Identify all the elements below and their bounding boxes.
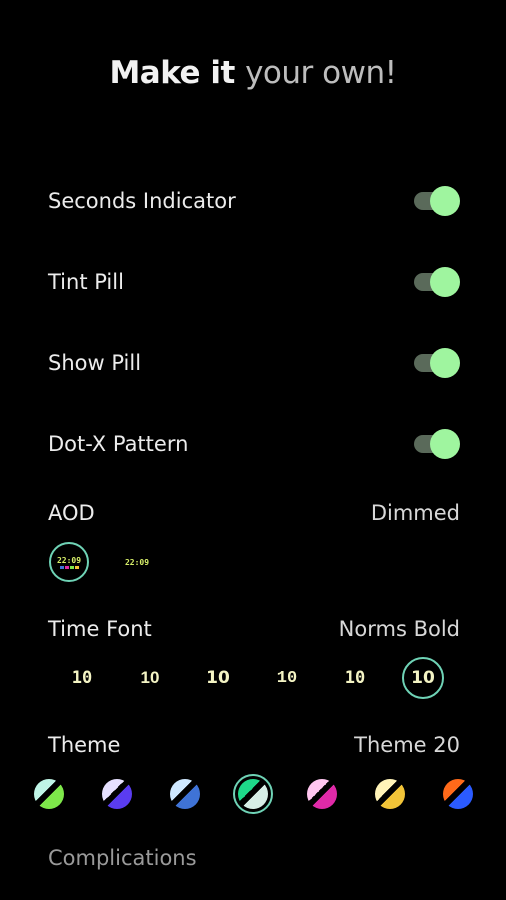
title-part-1: Make it [109,55,235,91]
seconds-indicator-row[interactable]: Seconds Indicator [48,181,460,221]
time-font-section-header: Time Font Norms Bold [48,614,460,644]
dot-x-pattern-row[interactable]: Dot-X Pattern [48,424,460,464]
aod-option-full[interactable]: 22:09 [49,542,89,582]
time-font-value: Norms Bold [338,617,460,641]
tint-pill-toggle[interactable] [412,266,460,298]
font-option-3[interactable]: 10 [197,657,239,699]
theme-swatch-1[interactable] [29,774,69,814]
tint-pill-label: Tint Pill [48,270,124,294]
aod-option-dimmed[interactable]: 22:09 [117,542,157,582]
theme-swatch-7[interactable] [438,774,478,814]
tint-pill-row[interactable]: Tint Pill [48,262,460,302]
time-font-label: Time Font [48,617,152,641]
aod-section-header: AOD Dimmed [48,498,460,528]
page-title: Make it your own! [0,55,506,91]
aod-option-time: 22:09 [124,557,150,567]
show-pill-row[interactable]: Show Pill [48,343,460,383]
theme-label: Theme [48,733,121,757]
aod-option-bars [59,565,79,569]
aod-option-time: 22:09 [56,555,82,565]
font-option-1[interactable]: 10 [61,657,103,699]
seconds-indicator-toggle[interactable] [412,185,460,217]
theme-swatch-6[interactable] [370,774,410,814]
dot-x-pattern-label: Dot-X Pattern [48,432,189,456]
title-part-2: your own! [245,55,397,91]
dot-x-pattern-toggle[interactable] [412,428,460,460]
aod-value: Dimmed [370,501,460,525]
font-option-5[interactable]: 10 [334,657,376,699]
font-option-2[interactable]: 10 [129,657,171,699]
aod-label: AOD [48,501,95,525]
font-option-6[interactable]: 10 [402,657,444,699]
seconds-indicator-label: Seconds Indicator [48,189,236,213]
theme-value: Theme 20 [354,733,460,757]
theme-swatch-5[interactable] [302,774,342,814]
theme-swatch-4[interactable] [233,774,273,814]
show-pill-toggle[interactable] [412,347,460,379]
theme-section-header: Theme Theme 20 [48,730,460,760]
complications-heading[interactable]: Complications [48,846,197,870]
theme-swatch-2[interactable] [97,774,137,814]
show-pill-label: Show Pill [48,351,142,375]
font-option-4[interactable]: 10 [266,657,308,699]
theme-swatch-3[interactable] [165,774,205,814]
